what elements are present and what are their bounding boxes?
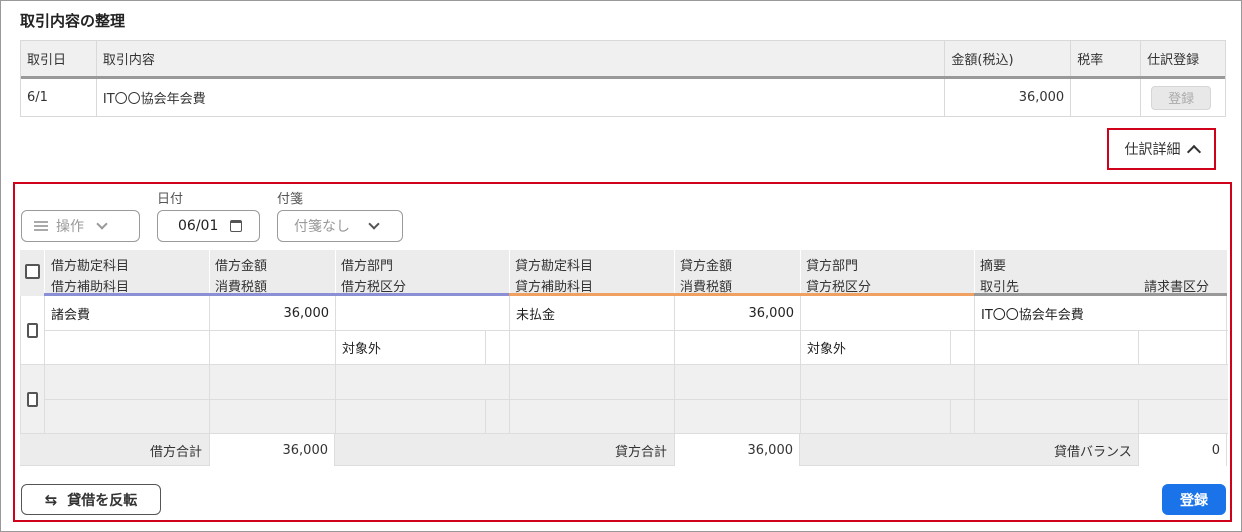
debit-dept-cell[interactable] [336,365,510,400]
credit-tax-extra-cell [951,331,975,365]
credit-amount-cell[interactable] [675,365,801,400]
debit-sub-cell[interactable] [45,400,210,434]
credit-sub-cell[interactable] [510,331,675,365]
table-header: 取引日 取引内容 金額(税込) 税率 仕訳登録 [21,41,1225,79]
header-date: 取引日 [21,41,97,76]
invoice-category-cell[interactable] [1139,400,1228,434]
credit-account-cell[interactable]: 未払金 [510,296,675,331]
header-debit-account: 借方勘定科目 [51,259,130,274]
row-checkbox-cell [21,365,45,434]
header-debit-amount: 借方金額 [215,259,268,274]
journal-body: 諸会費 36,000 未払金 36,000 IT〇〇協会年会費 対象外 対象外 [20,296,1228,434]
journal-detail-label: 仕訳詳細 [1124,142,1181,158]
credit-dept-cell[interactable] [801,296,975,331]
header-credit-amount: 貸方金額 [680,259,733,274]
memo-cell[interactable]: IT〇〇協会年会費 [975,296,1228,331]
journal-grid: 借方勘定科目 借方補助科目 借方金額 消費税額 借方部門 借方税区分 貸方勘定科… [20,250,1228,466]
swap-icon: ⇆ [44,490,58,509]
swap-label: 貸借を反転 [67,492,138,509]
debit-sub-cell[interactable] [45,331,210,365]
header-content: 取引内容 [97,41,946,76]
memo-cell[interactable] [975,365,1228,400]
row-date: 6/1 [21,79,97,116]
invoice-category-cell[interactable] [1139,331,1228,365]
credit-dept-cell[interactable] [801,365,975,400]
page-title: 取引内容の整理 [20,12,126,30]
header-credit-dept: 貸方部門 [806,259,859,274]
balance-label: 貸借バランス [1054,444,1132,460]
debit-tax-category-cell[interactable] [336,400,486,434]
row-tax-rate [1071,79,1142,116]
debit-account-cell[interactable]: 諸会費 [45,296,210,331]
header-memo: 摘要 [980,259,1007,274]
row-action-cell: 登録 [1141,79,1225,116]
credit-tax-extra-cell [951,400,975,434]
partner-cell[interactable] [975,400,1139,434]
credit-tax-category-cell[interactable] [801,400,951,434]
header-debit-dept: 借方部門 [341,259,394,274]
date-value: 06/01 [178,218,219,234]
debit-tax-extra-cell [486,331,510,365]
table-row[interactable]: 6/1 IT〇〇協会年会費 36,000 登録 [21,79,1225,116]
chevron-up-icon [1186,144,1201,159]
credit-total-label: 貸方合計 [615,444,668,460]
debit-account-cell[interactable] [45,365,210,400]
debit-tax-cell[interactable] [210,400,336,434]
operation-menu-button[interactable]: 操作 [21,210,140,242]
swap-debit-credit-button[interactable]: ⇆ 貸借を反転 [21,484,161,515]
tag-label: 付箋 [277,192,304,207]
header-journal-register: 仕訳登録 [1147,53,1200,68]
row-register-button[interactable]: 登録 [1151,85,1212,110]
tag-value: 付箋なし [294,219,350,235]
register-button[interactable]: 登録 [1162,484,1226,515]
transactions-table: 取引日 取引内容 金額(税込) 税率 仕訳登録 6/1 IT〇〇協会年会費 36… [20,40,1226,117]
credit-amount-cell[interactable]: 36,000 [675,296,801,331]
journal-detail-toggle[interactable]: 仕訳詳細 [1107,128,1216,170]
debit-tax-category-cell[interactable]: 対象外 [336,331,486,365]
debit-amount-cell[interactable]: 36,000 [210,296,336,331]
tag-select[interactable]: 付箋なし [277,210,403,242]
date-input[interactable]: 06/01 [157,210,260,242]
debit-total-value: 36,000 [209,434,335,466]
credit-sub-cell[interactable] [510,400,675,434]
header-credit-account: 貸方勘定科目 [515,259,594,274]
select-all-checkbox[interactable] [25,264,40,279]
debit-dept-cell[interactable] [336,296,510,331]
credit-tax-category-cell[interactable]: 対象外 [801,331,951,365]
journal-header: 借方勘定科目 借方補助科目 借方金額 消費税額 借方部門 借方税区分 貸方勘定科… [20,250,1227,296]
header-tax-rate: 税率 [1071,41,1142,76]
date-label: 日付 [157,192,184,207]
operation-label: 操作 [56,219,84,235]
row-content: IT〇〇協会年会費 [97,79,946,116]
credit-total-value: 36,000 [674,434,800,466]
journal-detail-panel: 操作 日付 06/01 付箋 付箋なし 借方勘定科目 借方補助科目 借方金額 消… [13,182,1232,522]
chevron-down-icon [368,218,380,230]
debit-amount-cell[interactable] [210,365,336,400]
row-checkbox[interactable] [27,391,38,407]
credit-account-cell[interactable] [510,365,675,400]
menu-icon [34,221,48,231]
credit-tax-cell[interactable] [675,331,801,365]
partner-cell[interactable] [975,331,1139,365]
debit-tax-cell[interactable] [210,331,336,365]
header-amount: 金額(税込) [945,41,1072,76]
credit-tax-cell[interactable] [675,400,801,434]
balance-value: 0 [1138,434,1227,466]
row-checkbox-cell [21,296,45,365]
debit-total-label: 借方合計 [150,444,203,460]
chevron-down-icon [96,218,108,230]
calendar-icon[interactable] [230,220,243,232]
debit-tax-extra-cell [486,400,510,434]
journal-totals: 借方合計 36,000 貸方合計 36,000 貸借バランス 0 [20,434,1227,466]
row-amount: 36,000 [945,79,1072,116]
row-checkbox[interactable] [27,322,38,338]
